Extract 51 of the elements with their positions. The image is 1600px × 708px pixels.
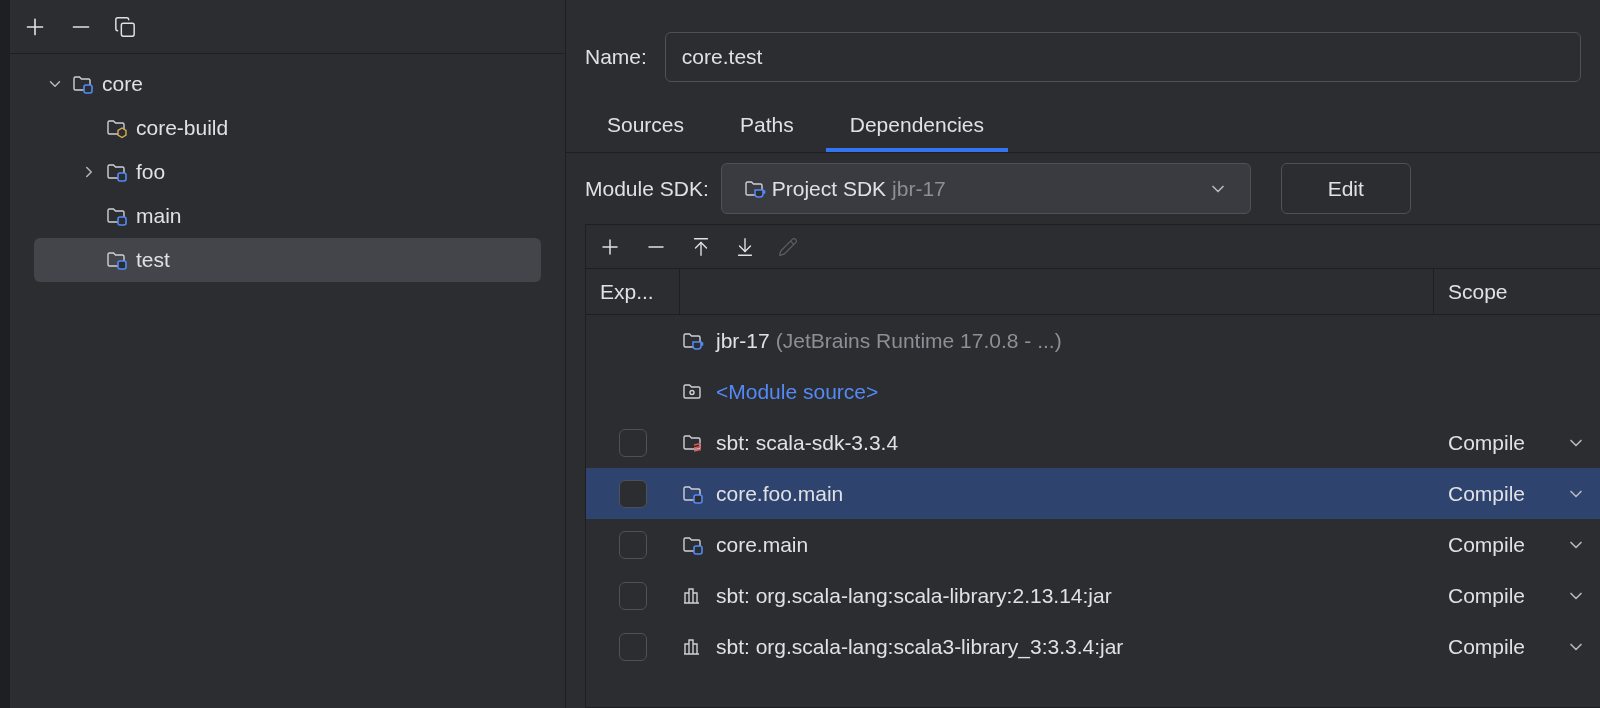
tab[interactable]: Paths [716,102,818,152]
export-checkbox[interactable] [619,632,647,661]
tree-item-label: foo [136,159,166,186]
dependency-name: sbt: scala-sdk-3.3.4 [716,429,899,456]
scope-dropdown[interactable]: Compile [1434,477,1600,510]
tab[interactable]: Dependencies [825,102,1008,152]
dependency-detail: (JetBrains Runtime 17.0.8 - ...) [775,327,1062,354]
module-source-link[interactable]: <Module source> [716,375,879,408]
column-header[interactable]: Exp... [586,269,680,314]
module-sdk-label: Module SDK: [585,175,709,202]
dependency-row[interactable]: <Module source> [586,366,1600,417]
dependency-row[interactable]: core.main Compile [586,519,1600,570]
module-folder-icon [106,249,128,271]
column-header[interactable]: Scope [1434,269,1600,314]
tree-item[interactable]: main [34,194,541,238]
export-checkbox[interactable] [619,479,647,508]
dependency-row[interactable]: jbr-17 (JetBrains Runtime 17.0.8 - ...) [586,315,1600,366]
export-checkbox[interactable] [619,428,647,457]
dependency-name: core.main [716,531,809,558]
name-label: Name: [585,44,647,71]
export-checkbox[interactable] [619,530,647,559]
scope-dropdown[interactable]: Compile [1434,630,1600,663]
scope-dropdown[interactable]: Compile [1434,426,1600,459]
tree-item-label: core [102,71,143,98]
tree-item[interactable]: test [34,238,541,282]
edit-button[interactable]: Edit [1280,163,1411,214]
dependency-row[interactable]: core.foo.main Compile [586,468,1600,519]
tree-item[interactable]: core [34,62,541,106]
dependency-row[interactable]: sbt: org.scala-lang:scala3-library_3:3.3.4:jar Compile [586,621,1600,672]
dependency-name: sbt: org.scala-lang:scala3-library_3:3.3.4:jar [716,633,1124,661]
scope-dropdown[interactable]: Compile [1434,579,1600,612]
dependency-row[interactable]: sbt: org.scala-lang:scala-library:2.13.14:jar Compile [586,570,1600,621]
tab[interactable]: Sources [583,102,709,152]
build-folder-icon [106,117,128,139]
tree-item-label: main [136,203,182,230]
export-checkbox[interactable] [619,581,647,610]
dependency-name: core.foo.main [716,480,844,507]
module-folder-icon [106,205,128,227]
module-folder-icon [72,73,94,95]
module-folder-icon [106,161,128,183]
dependency-row[interactable]: sbt: scala-sdk-3.3.4 Compile [586,417,1600,468]
dependency-name: sbt: org.scala-lang:scala-library:2.13.14:jar [716,582,1112,609]
copy-icon[interactable] [114,15,136,38]
tree-item-label: test [136,247,170,274]
tree-item[interactable]: foo [34,150,541,194]
scope-dropdown[interactable]: Compile [1434,528,1600,561]
name-field[interactable]: core.test [664,32,1581,82]
dependency-name: jbr-17 [716,327,770,354]
sdk-dropdown[interactable]: Project SDK jbr-17 [720,163,1251,214]
tree-item-label: core-build [136,115,229,142]
tree-item[interactable]: core-build [34,106,541,150]
